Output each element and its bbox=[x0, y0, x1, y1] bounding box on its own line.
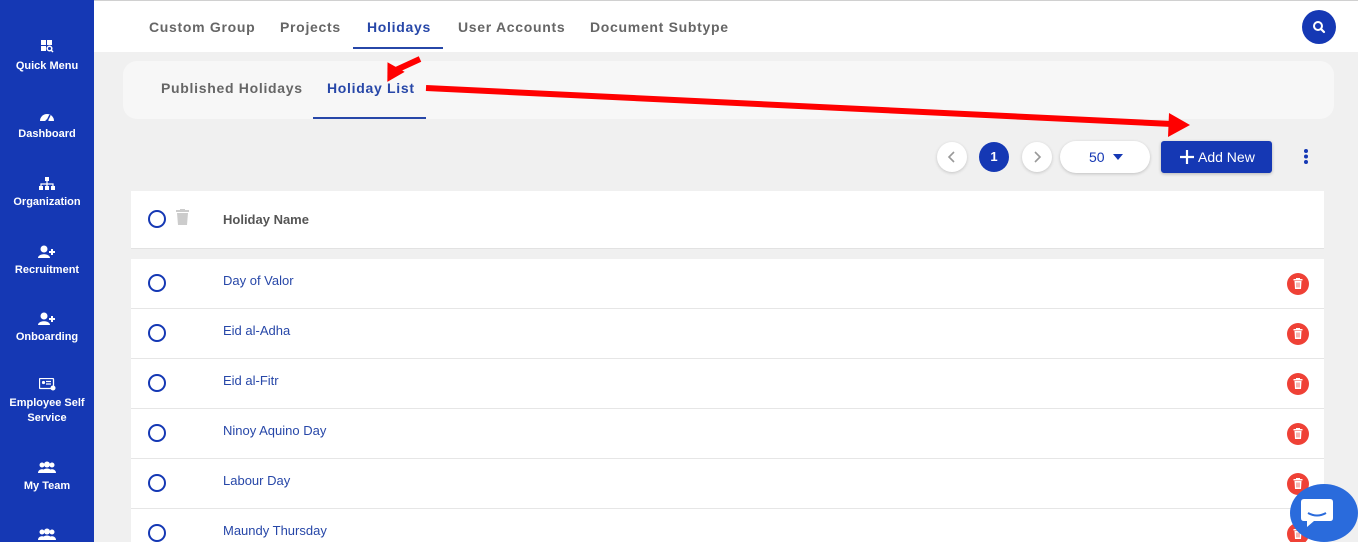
user-plus-icon bbox=[38, 312, 55, 325]
add-new-button[interactable]: Add New bbox=[1161, 141, 1272, 173]
holiday-name-link[interactable]: Eid al-Adha bbox=[223, 323, 290, 338]
delete-button[interactable] bbox=[1287, 273, 1309, 295]
select-all-radio[interactable] bbox=[148, 210, 166, 228]
sidebar-item-label: Dashboard bbox=[18, 128, 76, 140]
chat-bubble-icon bbox=[1301, 499, 1333, 527]
table-row: Maundy Thursday bbox=[131, 509, 1324, 542]
top-tab-bar: Custom Group Projects Holidays User Acco… bbox=[94, 0, 1358, 52]
users-icon bbox=[38, 461, 56, 473]
trash-icon[interactable] bbox=[176, 209, 189, 225]
next-page-button[interactable] bbox=[1022, 142, 1052, 172]
page-size-select[interactable]: 50 bbox=[1060, 141, 1150, 173]
row-select-radio[interactable] bbox=[148, 324, 166, 342]
table-row: Ninoy Aquino Day bbox=[131, 409, 1324, 459]
row-select-radio[interactable] bbox=[148, 424, 166, 442]
holiday-name-link[interactable]: Day of Valor bbox=[223, 273, 294, 288]
chat-widget-button[interactable] bbox=[1290, 484, 1358, 542]
plus-icon bbox=[1180, 150, 1194, 164]
more-options-button[interactable] bbox=[1298, 145, 1314, 169]
tab-holiday-list[interactable]: Holiday List bbox=[327, 61, 415, 117]
id-card-icon bbox=[38, 378, 55, 391]
sidebar-item-dashboard[interactable]: Dashboard bbox=[0, 110, 94, 142]
caret-down-icon bbox=[1113, 154, 1123, 160]
trash-icon bbox=[1293, 328, 1303, 339]
kebab-menu-icon bbox=[1304, 149, 1308, 164]
row-select-radio[interactable] bbox=[148, 274, 166, 292]
sidebar-item-label: Organization bbox=[13, 196, 81, 208]
sidebar-item-organization[interactable]: Organization bbox=[0, 177, 94, 210]
users-icon bbox=[38, 528, 56, 540]
grid-search-icon bbox=[41, 40, 54, 53]
sidebar-item-onboarding[interactable]: Onboarding bbox=[0, 312, 94, 345]
page-size-value: 50 bbox=[1089, 149, 1105, 165]
row-select-radio[interactable] bbox=[148, 374, 166, 392]
tab-document-subtype[interactable]: Document Subtype bbox=[590, 1, 729, 49]
sidebar-item-recruitment[interactable]: Recruitment bbox=[0, 245, 94, 278]
sidebar-item-label: Quick Menu bbox=[15, 60, 79, 72]
holiday-table-body: Day of Valor Eid al-Adha Eid al-Fitr Nin… bbox=[131, 259, 1324, 542]
chevron-right-icon bbox=[1034, 151, 1042, 163]
row-select-radio[interactable] bbox=[148, 474, 166, 492]
delete-button[interactable] bbox=[1287, 373, 1309, 395]
sub-tab-bar: Published Holidays Holiday List bbox=[123, 61, 1334, 119]
tab-published-holidays[interactable]: Published Holidays bbox=[161, 61, 303, 117]
sidebar-item-label: Onboarding bbox=[15, 331, 79, 343]
table-row: Labour Day bbox=[131, 459, 1324, 509]
trash-icon bbox=[1293, 278, 1303, 289]
delete-button[interactable] bbox=[1287, 323, 1309, 345]
table-header: Holiday Name bbox=[131, 191, 1324, 249]
active-tab-underline bbox=[353, 47, 443, 49]
search-button[interactable] bbox=[1302, 10, 1336, 44]
active-subtab-underline bbox=[313, 117, 426, 119]
sidebar-item-partial[interactable] bbox=[0, 528, 94, 542]
sidebar-item-label: Employee Self Service bbox=[9, 397, 85, 424]
holiday-name-link[interactable]: Labour Day bbox=[223, 473, 290, 488]
tab-projects[interactable]: Projects bbox=[280, 1, 341, 49]
trash-icon bbox=[1293, 378, 1303, 389]
tab-user-accounts[interactable]: User Accounts bbox=[458, 1, 565, 49]
current-page-button[interactable]: 1 bbox=[979, 142, 1009, 172]
column-header-holiday-name[interactable]: Holiday Name bbox=[223, 212, 309, 227]
user-plus-icon bbox=[38, 245, 55, 258]
gauge-icon bbox=[40, 114, 54, 122]
sidebar: Quick Menu Dashboard Organization Recrui… bbox=[0, 0, 94, 542]
delete-button[interactable] bbox=[1287, 423, 1309, 445]
prev-page-button[interactable] bbox=[937, 142, 967, 172]
sidebar-item-label: My Team bbox=[23, 480, 71, 492]
table-row: Eid al-Fitr bbox=[131, 359, 1324, 409]
holiday-name-link[interactable]: Ninoy Aquino Day bbox=[223, 423, 326, 438]
sidebar-item-quick-menu[interactable]: Quick Menu bbox=[0, 40, 94, 74]
sidebar-item-employee-self-service[interactable]: Employee Self Service bbox=[0, 378, 94, 426]
add-new-label: Add New bbox=[1198, 149, 1255, 165]
tab-holidays[interactable]: Holidays bbox=[367, 1, 431, 49]
table-row: Eid al-Adha bbox=[131, 309, 1324, 359]
trash-icon bbox=[1293, 428, 1303, 439]
holiday-name-link[interactable]: Maundy Thursday bbox=[223, 523, 327, 538]
row-select-radio[interactable] bbox=[148, 524, 166, 542]
sidebar-item-my-team[interactable]: My Team bbox=[0, 461, 94, 494]
table-row: Day of Valor bbox=[131, 259, 1324, 309]
chevron-left-icon bbox=[947, 151, 955, 163]
org-chart-icon bbox=[39, 177, 55, 190]
holiday-name-link[interactable]: Eid al-Fitr bbox=[223, 373, 279, 388]
tab-custom-group[interactable]: Custom Group bbox=[149, 1, 255, 49]
search-icon bbox=[1313, 21, 1326, 34]
sidebar-item-label: Recruitment bbox=[14, 264, 80, 276]
